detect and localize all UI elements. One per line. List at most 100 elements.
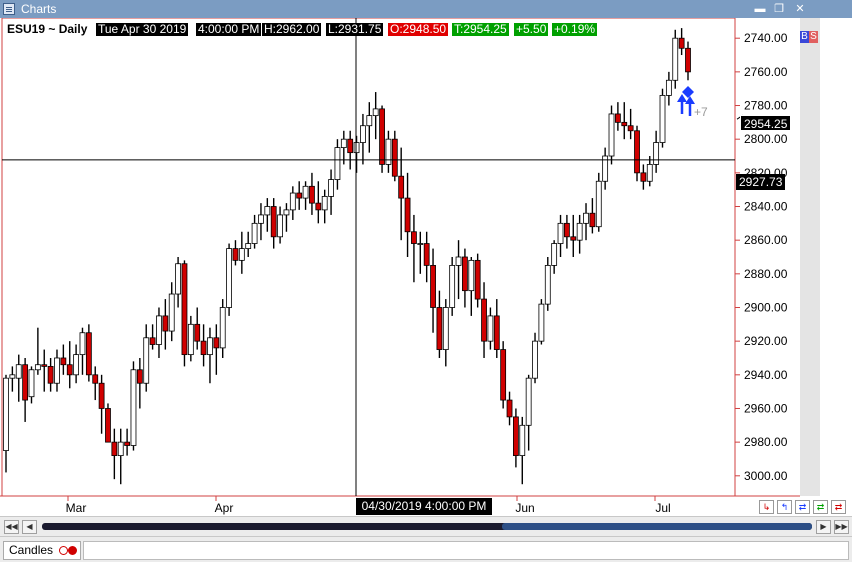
down-candle — [678, 37, 685, 49]
up-candle — [9, 374, 16, 379]
down-candle — [436, 307, 443, 350]
down-candle — [462, 256, 468, 292]
crosshair-date-tag: 04/30/2019 4:00:00 PM — [356, 498, 492, 515]
link-red-icon[interactable]: ⇄ — [831, 500, 846, 514]
link-green-icon[interactable]: ⇄ — [813, 500, 828, 514]
up-candle — [334, 147, 341, 180]
down-candle — [136, 369, 143, 384]
down-candle — [493, 315, 500, 350]
y-tick-label: 3000.00 — [744, 469, 788, 483]
restore-icon[interactable]: ❐ — [771, 2, 787, 16]
up-candle — [544, 265, 551, 305]
up-candle — [226, 248, 232, 308]
close-icon[interactable]: ✕ — [792, 2, 808, 16]
down-candle — [423, 243, 430, 266]
y-tick-label: 2880.00 — [744, 267, 788, 281]
up-candle — [245, 243, 252, 249]
candles-tab[interactable]: Candles — [3, 541, 81, 560]
scroll-last-icon[interactable]: ▶▶ — [834, 520, 849, 534]
align-right-icon[interactable]: ↰ — [777, 500, 792, 514]
scroll-right-icon[interactable]: ▶ — [816, 520, 831, 534]
header-low: L:2931.75 — [326, 22, 384, 36]
down-candle — [614, 113, 621, 123]
scroll-thumb[interactable] — [502, 523, 812, 530]
up-candle — [187, 323, 194, 356]
up-candle — [143, 337, 150, 384]
up-candle — [175, 263, 181, 295]
up-candle — [156, 315, 162, 345]
down-candle — [92, 374, 99, 384]
up-candle — [79, 332, 86, 356]
scroll-left-icon[interactable]: ◀ — [22, 520, 37, 534]
buy-button[interactable]: B — [800, 31, 809, 43]
x-tick-label: Apr — [215, 501, 234, 515]
down-candle — [149, 337, 156, 345]
down-candle — [685, 47, 691, 73]
chart-area[interactable]: 3000.00 2980.00 2960.00 2940.00 2920.00 2900.… — [0, 18, 852, 516]
scroll-first-icon[interactable]: ◀◀ — [4, 520, 19, 534]
current-price-tag: 2954.25 — [740, 115, 792, 131]
price-chart[interactable]: 3000.00 2980.00 2960.00 2940.00 2920.00 2900.… — [0, 18, 852, 516]
down-candle — [111, 441, 118, 457]
up-candle — [289, 192, 296, 211]
up-candle — [468, 259, 475, 292]
y-tick-label: 2940.00 — [744, 368, 788, 382]
up-candle — [353, 142, 360, 154]
down-candle — [22, 364, 29, 401]
header-open: O:2948.50 — [388, 22, 449, 36]
up-candle — [251, 222, 258, 244]
down-candle — [315, 202, 322, 211]
trade-marker-label: +7 — [694, 105, 708, 119]
up-candle — [73, 354, 80, 376]
down-candle — [513, 416, 519, 457]
up-candle — [455, 256, 462, 266]
chart-app-icon — [3, 3, 15, 15]
header-change: +5.50 — [514, 22, 549, 36]
header-change-pct: +0.19% — [552, 22, 598, 36]
up-candle — [525, 377, 532, 426]
link-blue-icon[interactable]: ⇄ — [795, 500, 810, 514]
indicator-panel: Candles — [0, 536, 852, 562]
symbol-label: ESU19 ~ Daily — [7, 22, 88, 36]
down-candle — [309, 185, 315, 204]
up-candle — [557, 222, 564, 244]
up-candle — [168, 293, 175, 332]
up-candle — [653, 142, 660, 165]
hollow-candle-icon — [59, 546, 68, 555]
header-date: Tue Apr 30 2019 — [96, 22, 189, 36]
up-candle — [608, 113, 615, 157]
up-candle — [372, 108, 379, 117]
up-candle — [238, 248, 245, 261]
down-candle — [481, 298, 487, 342]
down-candle — [411, 231, 417, 244]
up-candle — [3, 377, 9, 451]
up-candle — [551, 243, 558, 266]
up-candle — [302, 185, 309, 199]
up-candle — [321, 196, 328, 211]
filled-candle-icon — [68, 546, 77, 555]
down-candle — [232, 248, 239, 261]
sell-button[interactable]: S — [809, 31, 818, 43]
header-high: H:2962.00 — [262, 22, 322, 36]
chart-scrollbar[interactable]: ◀◀ ◀ ▶ ▶▶ — [0, 516, 852, 536]
down-candle — [391, 138, 398, 177]
up-candle — [583, 212, 589, 224]
header-time: 4:00:00 PM — [196, 22, 262, 36]
down-candle — [66, 364, 73, 376]
up-candle — [417, 243, 424, 245]
down-candle — [296, 192, 303, 199]
down-candle — [105, 408, 111, 443]
up-candle — [442, 307, 449, 350]
down-candle — [162, 315, 169, 332]
crosshair-price-tag: 2927.73 — [736, 174, 786, 190]
up-candle — [672, 37, 679, 81]
minimize-icon[interactable]: ▬ — [752, 2, 768, 16]
align-left-icon[interactable]: ↳ — [759, 500, 774, 514]
down-candle — [474, 259, 481, 300]
candles-tab-label: Candles — [9, 543, 54, 557]
y-tick-label: 2760.00 — [744, 65, 788, 79]
title-bar[interactable]: Charts ▬ ❐ ✕ — [0, 0, 852, 18]
up-candle — [277, 214, 283, 238]
up-candle — [385, 138, 392, 165]
up-candle — [207, 337, 213, 356]
